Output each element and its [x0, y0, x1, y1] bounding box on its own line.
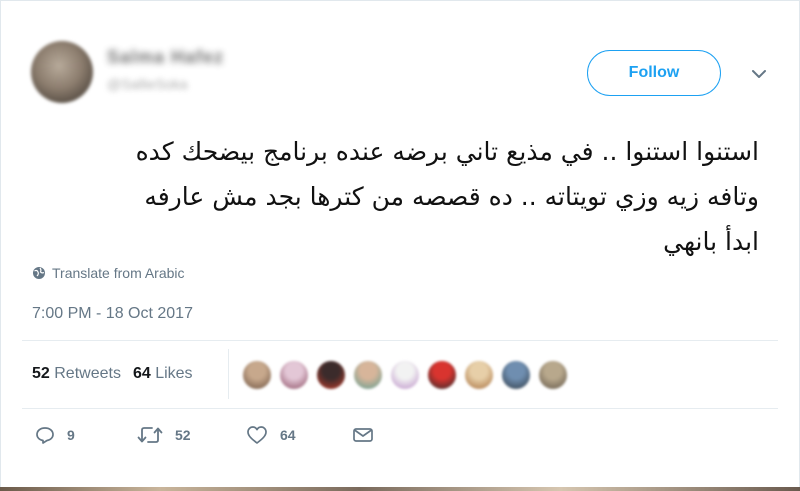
liker-avatar[interactable] [278, 359, 310, 391]
author-block: Salma Hafez @SallieSoka [107, 47, 224, 92]
tweet-card: Salma Hafez @SallieSoka Follow استنوا اس… [0, 0, 800, 491]
engagement-stats: 52 Retweets 64 Likes [32, 365, 193, 383]
envelope-icon [353, 428, 373, 442]
liker-avatar[interactable] [389, 359, 421, 391]
retweets-count: 52 [32, 365, 50, 382]
divider [22, 340, 778, 341]
image-edge [0, 487, 800, 491]
liker-avatar[interactable] [537, 359, 569, 391]
globe-icon [33, 267, 45, 279]
liker-avatar[interactable] [463, 359, 495, 391]
tweet-actions: 9 52 64 [1, 425, 800, 455]
likes-stat[interactable]: 64 Likes [133, 365, 193, 383]
avatar[interactable] [31, 41, 93, 103]
liker-avatar[interactable] [426, 359, 458, 391]
tweet-text-line: ابدأ بانهي [663, 227, 759, 256]
reply-count: 9 [67, 427, 75, 443]
liker-avatar[interactable] [500, 359, 532, 391]
chevron-down-icon[interactable] [750, 67, 768, 81]
author-handle[interactable]: @SallieSoka [107, 76, 224, 92]
retweet-button[interactable]: 52 [137, 425, 191, 445]
retweets-stat[interactable]: 52 Retweets [32, 365, 121, 383]
retweet-icon [137, 427, 163, 443]
reply-button[interactable]: 9 [35, 425, 75, 445]
divider [22, 408, 778, 409]
likes-label: Likes [155, 365, 193, 382]
like-button[interactable]: 64 [246, 425, 296, 445]
translate-link[interactable]: Translate from Arabic [32, 265, 185, 281]
tweet-text-line: استنوا استنوا .. في مذيع تاني برضه عنده … [135, 137, 759, 166]
like-count: 64 [280, 427, 296, 443]
liker-avatar[interactable] [241, 359, 273, 391]
divider [228, 349, 229, 399]
likes-count: 64 [132, 365, 151, 382]
reply-icon [36, 427, 54, 444]
retweet-count: 52 [175, 427, 191, 443]
liker-avatar[interactable] [315, 359, 347, 391]
author-display-name[interactable]: Salma Hafez [107, 47, 224, 68]
tweet-text-line: وتافه زيه وزي تويتاته .. ده قصصه من كتره… [144, 182, 759, 211]
liker-avatar[interactable] [352, 359, 384, 391]
translate-label: Translate from Arabic [52, 265, 185, 281]
follow-button[interactable]: Follow [587, 50, 721, 96]
tweet-timestamp[interactable]: 7:00 PM - 18 Oct 2017 [32, 305, 193, 323]
tweet-text: استنوا استنوا .. في مذيع تاني برضه عنده … [29, 129, 759, 264]
heart-icon [247, 426, 267, 444]
retweets-label: Retweets [54, 365, 121, 382]
direct-message-button[interactable] [352, 425, 386, 445]
